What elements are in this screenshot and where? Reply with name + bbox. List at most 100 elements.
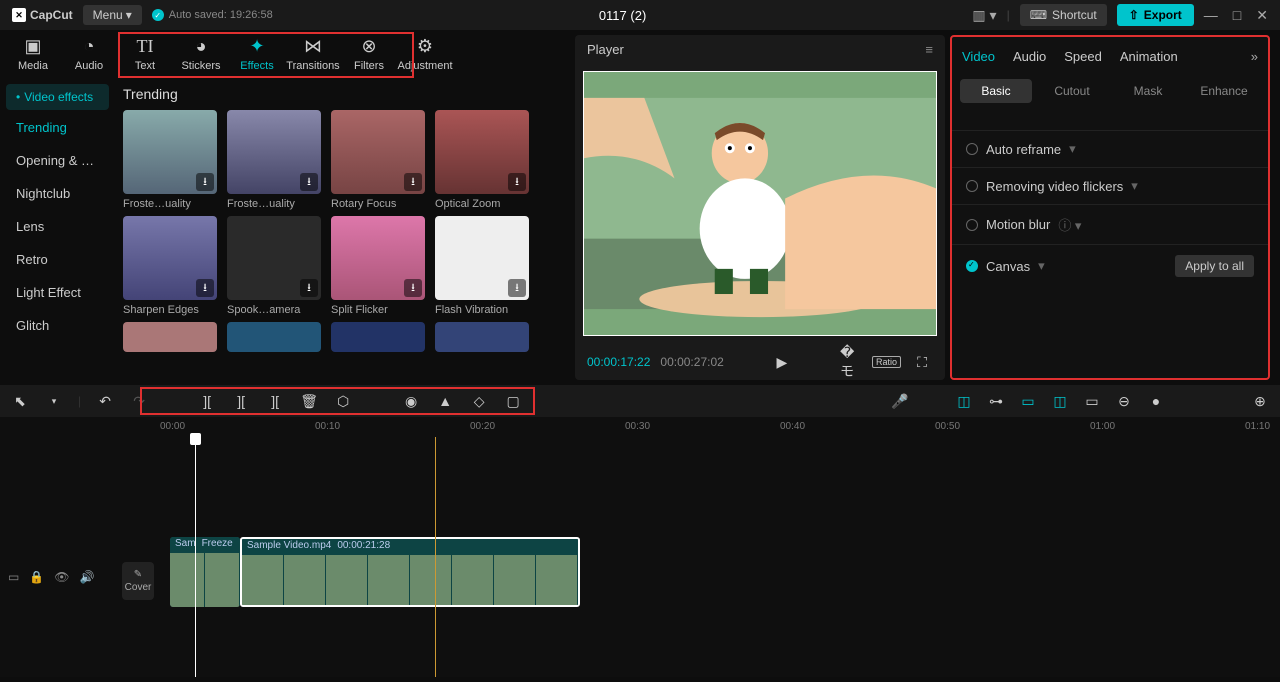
- player-viewport[interactable]: [583, 71, 937, 336]
- effect-card[interactable]: ⭳Spook…amera: [227, 216, 321, 316]
- split-icon[interactable]: ]​[: [197, 391, 217, 411]
- cat-retro[interactable]: Retro: [6, 244, 109, 275]
- subtab-enhance[interactable]: Enhance: [1188, 79, 1260, 103]
- fullscreen-icon[interactable]: ⛶: [911, 351, 933, 373]
- mirror-icon[interactable]: ▲: [435, 391, 455, 411]
- ratio-button[interactable]: Ratio: [872, 356, 901, 368]
- tab-audio[interactable]: Audio: [1013, 49, 1046, 64]
- effect-card[interactable]: [123, 322, 217, 352]
- effect-card[interactable]: ⭳Rotary Focus: [331, 110, 425, 210]
- tab-media[interactable]: ▣Media: [5, 33, 61, 76]
- checkbox[interactable]: [966, 180, 978, 192]
- eye-icon[interactable]: 👁: [54, 570, 69, 584]
- tab-effects[interactable]: ✦Effects: [229, 33, 285, 76]
- mic-icon[interactable]: 🎤: [890, 391, 910, 411]
- marker[interactable]: [435, 437, 436, 677]
- menu-button[interactable]: Menu ▾: [83, 5, 142, 25]
- maximize-button[interactable]: □: [1233, 7, 1241, 24]
- snap-icon[interactable]: ▭: [1018, 391, 1038, 411]
- shield-icon[interactable]: ⬡: [333, 391, 353, 411]
- download-icon[interactable]: ⭳: [404, 173, 422, 191]
- cat-opening[interactable]: Opening & …: [6, 145, 109, 176]
- effect-card[interactable]: [331, 322, 425, 352]
- checkbox[interactable]: [966, 143, 978, 155]
- tab-transitions[interactable]: ⋈Transitions: [285, 33, 341, 76]
- effect-card[interactable]: ⭳Sharpen Edges: [123, 216, 217, 316]
- trim-left-icon[interactable]: ]​[: [231, 391, 251, 411]
- effect-card[interactable]: ⭳Optical Zoom: [435, 110, 529, 210]
- subtab-mask[interactable]: Mask: [1112, 79, 1184, 103]
- zoom-slider[interactable]: ●: [1146, 391, 1166, 411]
- download-icon[interactable]: ⭳: [508, 173, 526, 191]
- lock-icon[interactable]: 🔒: [29, 570, 44, 584]
- tab-adjustment[interactable]: ⚙Adjustment: [397, 33, 453, 76]
- tab-video[interactable]: Video: [962, 49, 995, 64]
- rotate-icon[interactable]: ◇: [469, 391, 489, 411]
- minimize-button[interactable]: —: [1204, 7, 1218, 24]
- tab-filters[interactable]: ⊗Filters: [341, 33, 397, 76]
- download-icon[interactable]: ⭳: [404, 279, 422, 297]
- crop-icon[interactable]: ▢: [503, 391, 523, 411]
- scale-icon[interactable]: �モ: [840, 351, 862, 373]
- align-icon[interactable]: ◫: [1050, 391, 1070, 411]
- effect-card[interactable]: [227, 322, 321, 352]
- tab-animation[interactable]: Animation: [1120, 49, 1178, 64]
- tabs-more-icon[interactable]: »: [1251, 49, 1258, 64]
- player-menu-icon[interactable]: ≡: [925, 42, 933, 57]
- undo-icon[interactable]: ↶: [95, 391, 115, 411]
- tab-speed[interactable]: Speed: [1064, 49, 1102, 64]
- download-icon[interactable]: ⭳: [196, 173, 214, 191]
- ratio-icon[interactable]: ▭: [8, 570, 19, 584]
- opt-canvas[interactable]: Canvas▾ Apply to all: [952, 245, 1268, 287]
- shortcut-button[interactable]: ⌨ Shortcut: [1020, 4, 1107, 26]
- opt-motion-blur[interactable]: Motion blurⓘ ▾: [952, 205, 1268, 245]
- checkbox-checked[interactable]: [966, 260, 978, 272]
- tab-text[interactable]: TIText: [117, 33, 173, 76]
- tracks-area[interactable]: ▭ 🔒 👁 🔊 ✎ Cover SamFreeze Sample Video.m…: [0, 437, 1280, 677]
- opt-auto-reframe[interactable]: Auto reframe▾: [952, 131, 1268, 168]
- clip-main[interactable]: Sample Video.mp400:00:21:28: [240, 537, 580, 607]
- play-button[interactable]: ▶: [771, 351, 793, 373]
- category-header[interactable]: •Video effects: [6, 84, 109, 110]
- zoom-out-icon[interactable]: ⊖: [1114, 391, 1134, 411]
- effect-card[interactable]: ⭳Flash Vibration: [435, 216, 529, 316]
- effect-card[interactable]: [435, 322, 529, 352]
- cat-nightclub[interactable]: Nightclub: [6, 178, 109, 209]
- playhead[interactable]: [195, 437, 196, 677]
- download-icon[interactable]: ⭳: [300, 279, 318, 297]
- redo-icon[interactable]: ↷: [129, 391, 149, 411]
- subtab-basic[interactable]: Basic: [960, 79, 1032, 103]
- close-button[interactable]: ✕: [1256, 7, 1268, 24]
- export-button[interactable]: ⇧ Export: [1117, 4, 1194, 26]
- cat-lens[interactable]: Lens: [6, 211, 109, 242]
- checkbox[interactable]: [966, 219, 978, 231]
- download-icon[interactable]: ⭳: [196, 279, 214, 297]
- speaker-icon[interactable]: 🔊: [80, 570, 95, 584]
- subtab-cutout[interactable]: Cutout: [1036, 79, 1108, 103]
- clip-freeze[interactable]: SamFreeze: [170, 537, 240, 607]
- chevron-down-icon[interactable]: ▾: [44, 391, 64, 411]
- download-icon[interactable]: ⭳: [300, 173, 318, 191]
- trim-right-icon[interactable]: ]​[: [265, 391, 285, 411]
- effect-card[interactable]: ⭳Split Flicker: [331, 216, 425, 316]
- effect-card[interactable]: ⭳Froste…uality: [123, 110, 217, 210]
- download-icon[interactable]: ⭳: [508, 279, 526, 297]
- zoom-in-icon[interactable]: ⊕: [1250, 391, 1270, 411]
- link-icon[interactable]: ⊶: [986, 391, 1006, 411]
- record-icon[interactable]: ◉: [401, 391, 421, 411]
- tab-audio[interactable]: ◔Audio: [61, 33, 117, 76]
- cat-light-effect[interactable]: Light Effect: [6, 277, 109, 308]
- delete-icon[interactable]: 🗑: [299, 391, 319, 411]
- magnet-icon[interactable]: ◫: [954, 391, 974, 411]
- opt-remove-flickers[interactable]: Removing video flickers▾: [952, 168, 1268, 205]
- cover-button[interactable]: ✎ Cover: [122, 562, 154, 600]
- cat-trending[interactable]: Trending: [6, 112, 109, 143]
- tab-stickers[interactable]: ◕Stickers: [173, 33, 229, 76]
- pointer-icon[interactable]: ⬉: [10, 391, 30, 411]
- preview-icon[interactable]: ▭: [1082, 391, 1102, 411]
- timeline: 00:00 00:10 00:20 00:30 00:40 00:50 01:0…: [0, 417, 1280, 677]
- apply-to-all-button[interactable]: Apply to all: [1175, 255, 1254, 277]
- effect-card[interactable]: ⭳Froste…uality: [227, 110, 321, 210]
- cat-glitch[interactable]: Glitch: [6, 310, 109, 341]
- layout-icon[interactable]: ▥ ▾: [972, 7, 996, 24]
